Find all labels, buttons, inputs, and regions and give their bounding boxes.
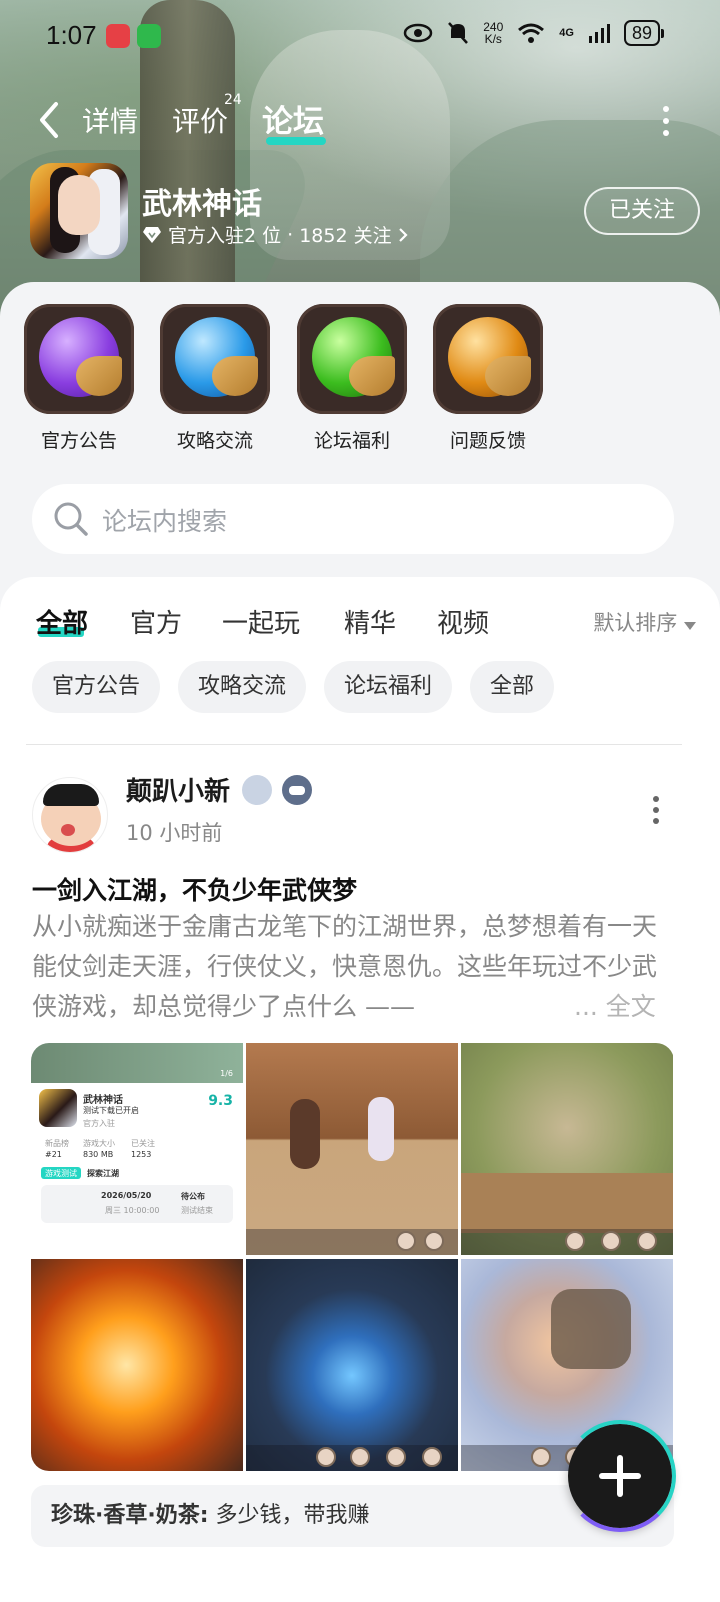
chip-all[interactable]: 全部 — [470, 661, 555, 713]
forum-panel: 官方公告 攻略交流 论坛福利 问题反馈 论坛内搜索 全部 官方 一起玩 精华 视… — [0, 282, 720, 1602]
image-stat-label: 游戏大小 — [83, 1139, 115, 1148]
app-notification-icon — [137, 24, 161, 48]
follow-button[interactable]: 已关注 — [584, 187, 700, 235]
orb-icon — [24, 304, 134, 414]
feed-tab-video[interactable]: 视频 — [437, 603, 489, 640]
feed-tab-all[interactable]: 全部 — [36, 603, 88, 640]
image-stat-label: 已关注 — [131, 1139, 155, 1148]
post-author[interactable]: 颠趴小新 — [126, 771, 230, 808]
tab-forum[interactable]: 论坛 — [262, 96, 324, 141]
feed-tab-featured[interactable]: 精华 — [344, 603, 396, 640]
feed-tabs: 全部 官方 一起玩 精华 视频 默认排序 — [36, 603, 696, 653]
image-test-title: 探索江湖 — [87, 1169, 119, 1178]
post-image[interactable] — [246, 1259, 458, 1471]
image-stat-label: 新品榜 — [45, 1139, 69, 1148]
image-test-status: 待公布 — [181, 1192, 205, 1201]
status-bar: 1:07 240 K/s 4G 89 — [0, 0, 720, 72]
category-label: 官方公告 — [40, 430, 117, 452]
chevron-right-icon — [398, 227, 408, 242]
more-vertical-icon[interactable] — [652, 795, 660, 825]
sort-dropdown[interactable]: 默认排序 — [593, 607, 696, 637]
post-image-grid: 1/6 武林神话 测试下载已开启 官方入驻 9.3 新品榜 #21 游戏大小 8… — [31, 1043, 674, 1471]
back-arrow-icon[interactable] — [36, 98, 66, 142]
avatar[interactable] — [32, 777, 108, 853]
post-title: 一剑入江湖，不负少年武侠梦 — [32, 876, 358, 905]
category-feedback[interactable]: 问题反馈 — [433, 304, 543, 453]
post-image[interactable] — [461, 1043, 673, 1255]
status-time: 1:07 — [46, 20, 97, 50]
plus-icon — [599, 1455, 641, 1497]
image-score: 9.3 — [208, 1093, 233, 1109]
image-test-date: 2026/05/20 — [101, 1191, 152, 1200]
tab-details[interactable]: 详情 — [82, 100, 138, 140]
status-icons: 240 K/s 4G 89 — [403, 20, 665, 46]
official-count: 官方入驻2 位 — [168, 225, 282, 247]
forum-categories: 官方公告 攻略交流 论坛福利 问题反馈 — [24, 304, 704, 452]
sort-label: 默认排序 — [593, 611, 678, 635]
divider — [26, 744, 682, 745]
image-stat-value: #21 — [45, 1150, 62, 1159]
post-image[interactable] — [31, 1259, 243, 1471]
tab-reviews[interactable]: 评价 — [172, 100, 228, 140]
wifi-icon — [518, 23, 545, 43]
post-image[interactable] — [246, 1043, 458, 1255]
forum-search-input[interactable]: 论坛内搜索 — [32, 484, 674, 554]
image-test-time: 周三 10:00:00 — [105, 1206, 160, 1215]
eye-icon — [404, 23, 433, 43]
orb-icon — [160, 304, 270, 414]
image-subtitle: 测试下载已开启 — [83, 1106, 139, 1115]
chip-official-notice[interactable]: 官方公告 — [32, 661, 161, 713]
image-official: 官方入驻 — [83, 1119, 115, 1128]
image-stat-value: 1253 — [131, 1150, 152, 1159]
post-image[interactable]: 1/6 武林神话 测试下载已开启 官方入驻 9.3 新品榜 #21 游戏大小 8… — [31, 1043, 243, 1255]
battery-indicator: 89 — [623, 20, 665, 46]
image-page-indicator: 1/6 — [220, 1069, 233, 1078]
feed-tab-official[interactable]: 官方 — [130, 603, 182, 640]
chip-strategy[interactable]: 攻略交流 — [178, 661, 307, 713]
app-notification-icon — [106, 24, 130, 48]
game-icon[interactable] — [30, 163, 128, 259]
full-text-link[interactable]: ... 全文 — [570, 987, 656, 1023]
network-speed-unit: K/s — [484, 32, 502, 46]
filter-chips: 官方公告 攻略交流 论坛福利 全部 — [32, 661, 692, 715]
meta-separator: · — [287, 223, 294, 246]
orb-icon — [433, 304, 543, 414]
gamepad-badge-icon — [282, 775, 312, 805]
category-label: 论坛福利 — [313, 430, 390, 452]
category-welfare[interactable]: 论坛福利 — [297, 304, 407, 453]
mute-bell-icon — [448, 22, 469, 44]
top-nav: 详情 评价 24 论坛 — [0, 90, 720, 150]
comment-user[interactable]: 珍珠·香草·奶茶: — [51, 1503, 209, 1528]
search-icon — [54, 502, 88, 536]
category-label: 问题反馈 — [449, 430, 526, 452]
post-time: 10 小时前 — [126, 821, 223, 845]
image-test-status-sub: 测试结束 — [181, 1206, 213, 1215]
level-badge-icon — [242, 775, 272, 805]
chip-welfare[interactable]: 论坛福利 — [324, 661, 453, 713]
image-test-pill: 游戏测试 — [45, 1169, 77, 1178]
image-stat-value: 830 MB — [83, 1150, 114, 1159]
category-label: 攻略交流 — [176, 430, 253, 452]
feed-tab-play-together[interactable]: 一起玩 — [222, 603, 300, 640]
game-title: 武林神话 — [142, 187, 262, 222]
comment-text: 多少钱，带我赚 — [215, 1503, 370, 1528]
new-post-button[interactable] — [564, 1420, 676, 1532]
followers-count: 1852 关注 — [299, 225, 392, 247]
game-info: 武林神话 官方入驻2 位 · 1852 关注 已关注 — [30, 163, 700, 263]
orb-icon — [297, 304, 407, 414]
image-game-name: 武林神话 — [83, 1095, 123, 1106]
more-vertical-icon[interactable] — [660, 104, 672, 138]
category-strategy[interactable]: 攻略交流 — [160, 304, 270, 453]
network-speed: 240 K/s — [483, 21, 503, 45]
game-meta[interactable]: 官方入驻2 位 · 1852 关注 — [142, 221, 408, 248]
reviews-count: 24 — [224, 92, 242, 108]
signal-icon — [588, 24, 610, 43]
caret-down-icon — [684, 622, 696, 630]
diamond-icon — [143, 226, 161, 243]
search-placeholder: 论坛内搜索 — [102, 507, 228, 536]
network-type: 4G — [559, 27, 574, 39]
category-official-notice[interactable]: 官方公告 — [24, 304, 134, 453]
